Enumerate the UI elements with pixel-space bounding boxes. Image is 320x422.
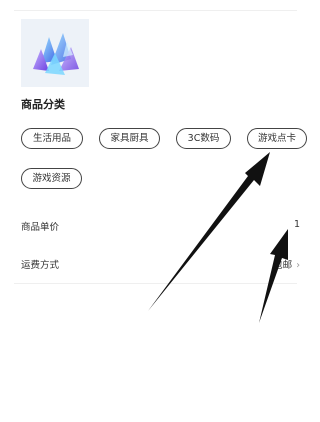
chevron-right-icon: ›	[296, 260, 300, 271]
unit-price-value[interactable]: 1	[294, 219, 300, 230]
category-chip-3c[interactable]: 3C数码	[176, 128, 231, 149]
unit-price-label: 商品单价	[21, 222, 60, 233]
category-chip-game-resource[interactable]: 游戏资源	[21, 168, 82, 189]
category-chip-game-card[interactable]: 游戏点卡	[247, 128, 307, 149]
category-chip-furniture[interactable]: 家具厨具	[99, 128, 160, 149]
bottom-divider	[14, 283, 297, 284]
shipping-selector[interactable]: 包邮 ›	[273, 257, 300, 271]
crystal-icon	[33, 33, 79, 75]
unit-price-text: 1	[293, 219, 300, 230]
arrow-to-unit-price	[259, 229, 288, 323]
category-title: 商品分类	[21, 98, 65, 111]
shipping-label: 运费方式	[21, 260, 60, 271]
top-divider	[14, 10, 297, 11]
product-image[interactable]	[21, 19, 89, 87]
arrow-to-game-card	[148, 152, 270, 311]
shipping-value: 包邮	[273, 260, 293, 271]
category-chip-daily[interactable]: 生活用品	[21, 128, 83, 149]
